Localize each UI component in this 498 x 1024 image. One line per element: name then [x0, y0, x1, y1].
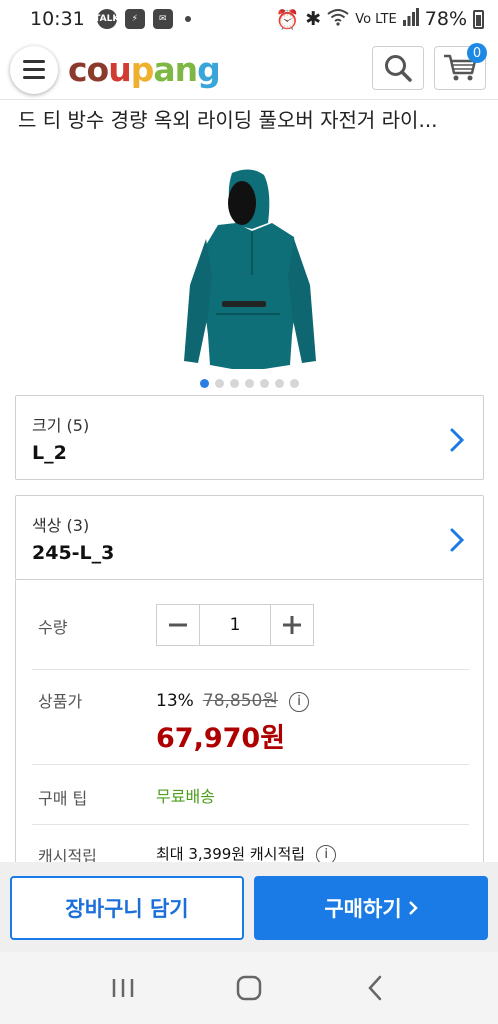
search-icon	[385, 55, 412, 82]
system-icons: ⏰ ✱ Vo LTE 78%	[275, 7, 484, 31]
carousel-dot[interactable]	[274, 379, 284, 388]
price-block: 13% 78,850원 i 67,970원	[156, 686, 310, 755]
plus-icon	[283, 616, 301, 634]
sale-price: 67,970원	[156, 722, 286, 754]
original-price: 78,850원	[202, 691, 279, 711]
alarm-icon: ⏰	[275, 8, 300, 31]
volte-label: Vo LTE	[355, 11, 397, 27]
battery-percent: 78%	[424, 8, 467, 30]
size-option-label: 크기 (5)	[32, 416, 90, 435]
minus-icon	[169, 623, 187, 627]
logo-part: u	[108, 50, 131, 89]
system-nav-bar	[0, 952, 498, 1024]
search-button[interactable]	[372, 46, 424, 90]
carousel-dot[interactable]	[214, 379, 224, 388]
action-bar: 장바구니 담기 구매하기	[0, 862, 498, 952]
chevron-right-icon	[449, 526, 465, 561]
carousel-dot[interactable]	[229, 379, 239, 388]
quantity-label: 수량	[38, 618, 68, 637]
quantity-stepper: 1	[156, 604, 314, 646]
more-notifications-icon	[184, 16, 191, 22]
free-shipping-text: 무료배송	[156, 787, 215, 806]
quantity-row: 수량 1	[32, 580, 469, 670]
purchase-details: 수량 1 상품가 13% 78,850원 i 67,970원 구매 팁 무료배송…	[15, 580, 484, 865]
cart-button[interactable]: 0	[434, 43, 487, 90]
menu-button[interactable]	[10, 45, 58, 94]
coupang-logo[interactable]: coupang	[68, 50, 221, 89]
product-title: 드 티 방수 경량 옥외 라이딩 풀오버 자전거 라이...	[18, 108, 438, 132]
signal-icon	[402, 7, 419, 31]
recent-apps-button[interactable]	[103, 968, 143, 1008]
mail-icon: ✉	[152, 9, 173, 29]
logo-part: p	[130, 50, 155, 89]
color-option-label: 색상 (3)	[32, 516, 90, 535]
status-bar: 10:31 TALK ⚡ ✉ ⏰ ✱ Vo LTE 78%	[0, 0, 498, 38]
cash-value: 최대 3,399원 캐시적립	[156, 845, 306, 863]
carousel-dot[interactable]	[244, 379, 254, 388]
talk-icon: TALK	[94, 9, 119, 29]
image-carousel-dots	[0, 379, 498, 388]
info-icon[interactable]: i	[289, 691, 310, 712]
wifi-icon	[327, 8, 349, 31]
status-time: 10:31	[30, 8, 85, 30]
logo-part: co	[68, 50, 109, 89]
chevron-right-icon	[449, 426, 465, 461]
price-row: 상품가 13% 78,850원 i 67,970원	[32, 670, 469, 765]
logo-part: g	[197, 50, 221, 89]
app-header: coupang 0	[0, 40, 498, 100]
product-image[interactable]	[160, 165, 340, 375]
tip-label: 구매 팁	[38, 789, 88, 808]
carousel-dot[interactable]	[259, 379, 269, 388]
chevron-right-icon	[408, 901, 418, 915]
color-option[interactable]: 색상 (3) 245-L_3	[15, 495, 484, 580]
buy-now-label: 구매하기	[324, 897, 402, 921]
cart-count-badge: 0	[467, 43, 487, 63]
battery-icon	[473, 9, 484, 29]
color-option-value: 245-L_3	[32, 542, 115, 564]
add-to-cart-button[interactable]: 장바구니 담기	[10, 876, 244, 940]
size-option-value: L_2	[32, 442, 67, 464]
flash-icon: ⚡	[124, 9, 145, 29]
recent-apps-icon	[112, 979, 134, 997]
decrease-button[interactable]	[157, 605, 199, 645]
logo-part: an	[153, 50, 198, 89]
size-option[interactable]: 크기 (5) L_2	[15, 395, 484, 480]
carousel-dot[interactable]	[199, 379, 209, 388]
buy-now-button[interactable]: 구매하기	[254, 876, 488, 940]
quantity-input[interactable]: 1	[199, 605, 271, 645]
home-icon	[236, 975, 262, 1001]
hamburger-icon-line	[23, 76, 45, 79]
price-label: 상품가	[38, 692, 83, 711]
discount-rate: 13%	[156, 691, 194, 711]
cash-row: 캐시적립 최대 3,399원 캐시적립 i	[32, 825, 469, 865]
back-icon	[368, 975, 382, 1001]
hamburger-icon	[23, 60, 45, 63]
bluetooth-icon: ✱	[305, 8, 322, 30]
hamburger-icon-line	[23, 68, 45, 71]
home-button[interactable]	[229, 968, 269, 1008]
tip-row: 구매 팁 무료배송	[32, 765, 469, 825]
increase-button[interactable]	[271, 605, 313, 645]
back-button[interactable]	[355, 968, 395, 1008]
notification-icons: TALK ⚡ ✉	[94, 9, 191, 29]
carousel-dot[interactable]	[289, 379, 299, 388]
